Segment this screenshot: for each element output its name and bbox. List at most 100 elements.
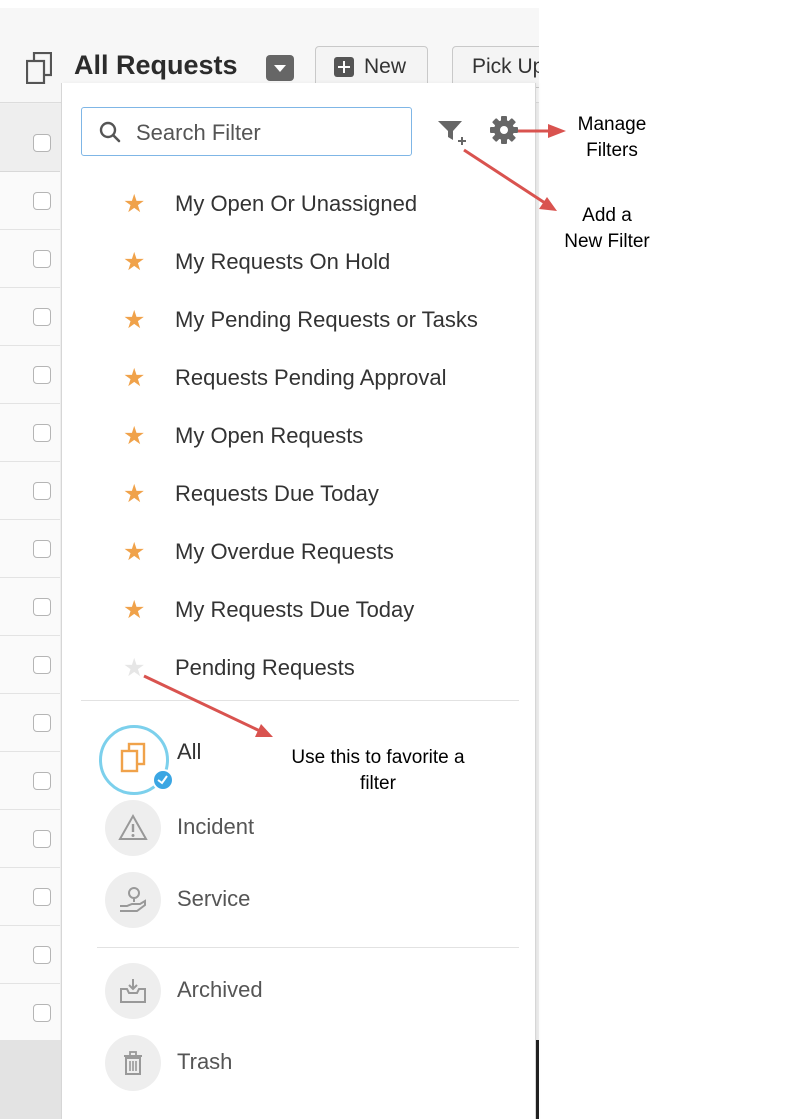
category-incident[interactable]: Incident bbox=[99, 800, 519, 862]
row-checkbox[interactable] bbox=[33, 714, 51, 732]
annotation-line: Manage bbox=[577, 114, 647, 135]
filter-label: My Open Requests bbox=[175, 423, 364, 448]
filter-label: My Open Or Unassigned bbox=[175, 191, 418, 216]
filter-dropdown-panel: ★ My Open Or Unassigned ★ My Requests On Ho… bbox=[61, 83, 536, 1119]
filter-label: My Overdue Requests bbox=[175, 539, 394, 564]
star-icon[interactable]: ★ bbox=[123, 595, 145, 625]
row-checkbox[interactable] bbox=[33, 656, 51, 674]
table-row bbox=[0, 810, 60, 868]
archive-icon bbox=[120, 979, 146, 1003]
search-filter-box[interactable] bbox=[81, 107, 412, 156]
star-icon[interactable]: ★ bbox=[123, 653, 145, 683]
filter-label: Pending Requests bbox=[175, 655, 355, 680]
row-checkbox[interactable] bbox=[33, 424, 51, 442]
row-checkbox[interactable] bbox=[33, 598, 51, 616]
service-hand-icon bbox=[120, 887, 146, 912]
divider bbox=[97, 947, 519, 948]
filter-item[interactable]: ★ Pending Requests bbox=[62, 643, 536, 701]
table-row bbox=[0, 288, 60, 346]
category-label: Trash bbox=[177, 1049, 233, 1074]
filter-item[interactable]: ★ My Open Requests bbox=[62, 411, 536, 469]
add-filter-annotation: Add a New Filter bbox=[550, 203, 664, 255]
category-archived[interactable]: Archived bbox=[99, 963, 519, 1025]
filter-label: Requests Due Today bbox=[175, 481, 379, 506]
add-filter-icon[interactable] bbox=[437, 118, 469, 148]
favorite-hint-annotation: Use this to favorite a filter bbox=[268, 745, 488, 797]
category-trash[interactable]: Trash bbox=[99, 1035, 519, 1097]
star-icon[interactable]: ★ bbox=[123, 421, 145, 451]
star-icon[interactable]: ★ bbox=[123, 363, 145, 393]
requests-page-icon bbox=[26, 52, 52, 84]
row-checkbox[interactable] bbox=[33, 482, 51, 500]
search-icon bbox=[99, 121, 121, 143]
row-checkbox[interactable] bbox=[33, 888, 51, 906]
table-row bbox=[0, 462, 60, 520]
filter-item[interactable]: ★ Requests Due Today bbox=[62, 469, 536, 527]
selected-check-icon bbox=[152, 769, 174, 791]
table-row bbox=[0, 172, 60, 230]
annotation-line: New Filter bbox=[564, 231, 650, 252]
gear-icon[interactable] bbox=[489, 115, 519, 145]
star-icon[interactable]: ★ bbox=[123, 479, 145, 509]
table-row bbox=[0, 868, 60, 926]
filter-label: My Pending Requests or Tasks bbox=[175, 307, 478, 332]
page-title: All Requests bbox=[74, 50, 238, 80]
select-all-cell bbox=[0, 104, 60, 172]
archived-icon-circle bbox=[105, 963, 161, 1019]
table-row bbox=[0, 346, 60, 404]
row-checkbox[interactable] bbox=[33, 830, 51, 848]
star-icon[interactable]: ★ bbox=[123, 305, 145, 335]
warning-icon bbox=[118, 813, 148, 840]
row-checkbox[interactable] bbox=[33, 1004, 51, 1022]
row-checkbox[interactable] bbox=[33, 772, 51, 790]
row-checkbox[interactable] bbox=[33, 192, 51, 210]
annotation-line: filter bbox=[360, 773, 396, 794]
plus-icon bbox=[334, 57, 354, 77]
category-service[interactable]: Service bbox=[99, 872, 519, 934]
row-checkbox[interactable] bbox=[33, 308, 51, 326]
annotation-line: Add a bbox=[582, 205, 632, 226]
trash-icon-circle bbox=[105, 1035, 161, 1091]
table-row bbox=[0, 984, 60, 1042]
table-row bbox=[0, 636, 60, 694]
row-checkbox[interactable] bbox=[33, 946, 51, 964]
table-row bbox=[0, 926, 60, 984]
pick-up-button-label: Pick Up bbox=[472, 55, 539, 78]
category-label: All bbox=[177, 739, 202, 764]
category-label: Incident bbox=[177, 814, 255, 839]
row-checkbox[interactable] bbox=[33, 540, 51, 558]
filter-label: Requests Pending Approval bbox=[175, 365, 447, 390]
star-icon[interactable]: ★ bbox=[123, 247, 145, 277]
search-filter-input[interactable] bbox=[136, 120, 396, 146]
row-checkbox[interactable] bbox=[33, 366, 51, 384]
new-button-label: New bbox=[364, 55, 407, 78]
title-dropdown-toggle[interactable] bbox=[266, 55, 294, 81]
service-icon-circle bbox=[105, 872, 161, 928]
filter-item[interactable]: ★ My Requests On Hold bbox=[62, 237, 536, 295]
select-all-checkbox[interactable] bbox=[33, 134, 51, 152]
divider bbox=[81, 700, 519, 701]
star-icon[interactable]: ★ bbox=[123, 189, 145, 219]
trash-icon bbox=[124, 1051, 142, 1075]
row-checkbox[interactable] bbox=[33, 250, 51, 268]
top-strip bbox=[0, 0, 539, 8]
pick-up-button[interactable]: Pick Up bbox=[452, 46, 539, 88]
table-row bbox=[0, 578, 60, 636]
star-icon[interactable]: ★ bbox=[123, 537, 145, 567]
filter-item[interactable]: ★ Requests Pending Approval bbox=[62, 353, 536, 411]
filter-item[interactable]: ★ My Open Or Unassigned bbox=[62, 179, 536, 237]
table-row bbox=[0, 404, 60, 462]
table-row bbox=[0, 694, 60, 752]
new-request-button[interactable]: New bbox=[315, 46, 428, 88]
filter-item[interactable]: ★ My Pending Requests or Tasks bbox=[62, 295, 536, 353]
filter-item[interactable]: ★ My Overdue Requests bbox=[62, 527, 536, 585]
annotation-line: Use this to favorite a bbox=[291, 747, 465, 768]
all-icon-circle bbox=[99, 725, 174, 795]
category-label: Archived bbox=[177, 977, 263, 1002]
incident-icon-circle bbox=[105, 800, 161, 856]
filter-item[interactable]: ★ My Requests Due Today bbox=[62, 585, 536, 643]
category-label: Service bbox=[177, 886, 251, 911]
annotation-line: Filters bbox=[586, 140, 638, 161]
filter-label: My Requests Due Today bbox=[175, 597, 415, 622]
requests-icon bbox=[120, 742, 146, 773]
